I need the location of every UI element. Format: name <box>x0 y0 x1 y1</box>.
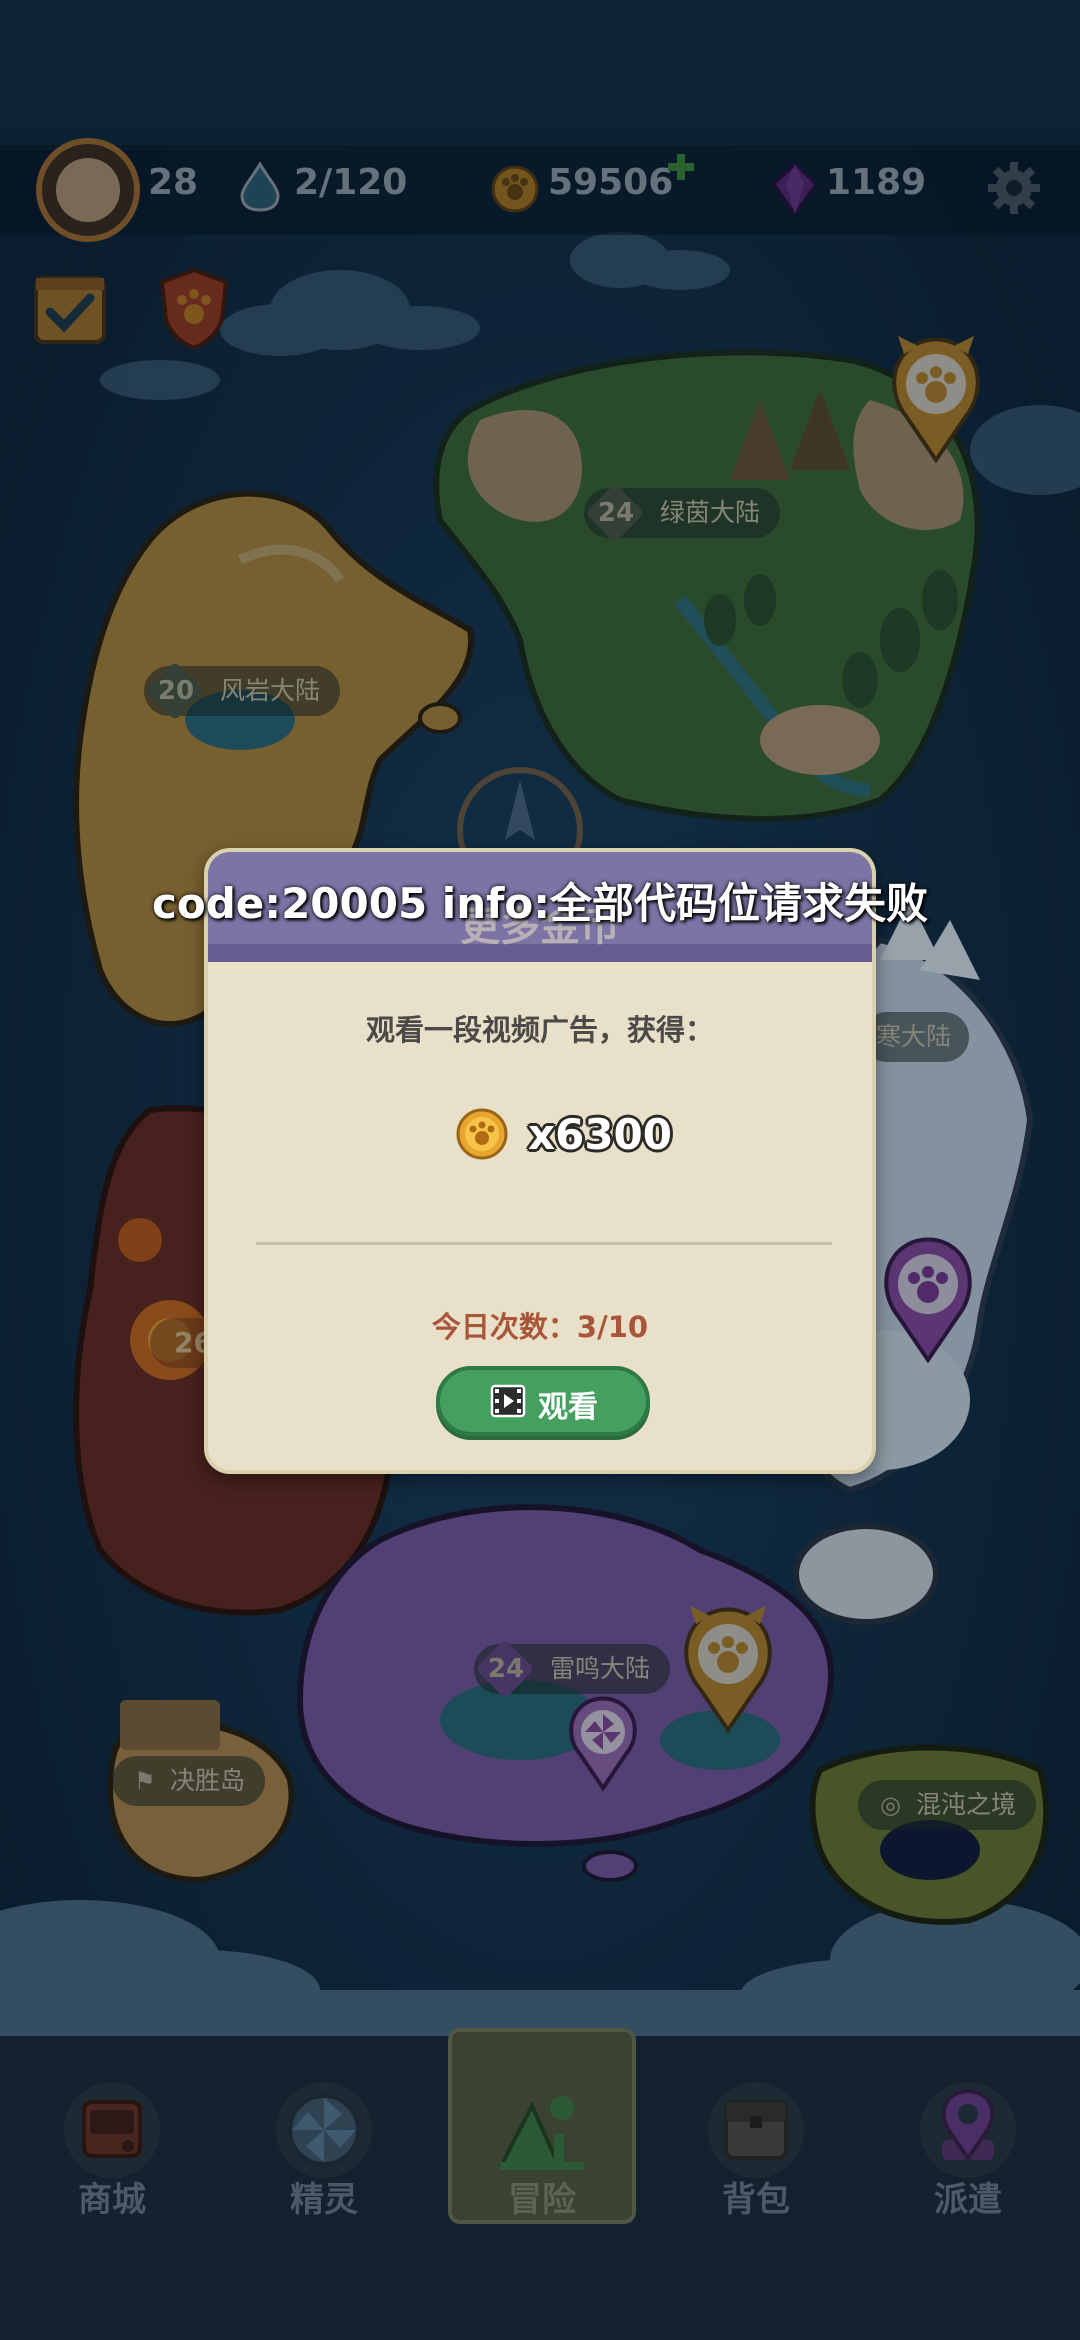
region-name: 寒大陆 <box>876 1022 952 1051</box>
game-screen: 28 2/120 59506 1189 24 绿茵大陆 20 风岩大陆 寒大陆 … <box>0 0 1080 2340</box>
paw-map-marker-thunder[interactable] <box>676 1606 780 1734</box>
plus-icon[interactable] <box>666 152 696 182</box>
nav-item-adventure[interactable]: 冒险 <box>462 2060 622 2240</box>
region-label-cold[interactable]: 寒大陆 <box>862 1012 970 1062</box>
coin-icon <box>491 165 539 213</box>
paw-map-marker-purple[interactable] <box>876 1236 980 1364</box>
adventure-icon <box>498 2096 584 2170</box>
paw-shield-icon[interactable] <box>156 266 232 350</box>
backpack-icon <box>708 2082 804 2178</box>
region-name: 风岩大陆 <box>220 676 321 705</box>
region-level: 20 <box>157 676 195 706</box>
gear-icon[interactable] <box>986 160 1042 216</box>
region-level: 24 <box>487 1654 525 1684</box>
nav-item-backpack[interactable]: 背包 <box>676 2060 836 2240</box>
watch-button-label: 观看 <box>538 1390 598 1425</box>
flag-icon: ⚑ <box>134 1767 156 1795</box>
daily-watch-count: 今日次数：3/10 <box>431 1310 649 1344</box>
player-level: 28 <box>148 162 199 203</box>
nav-item-spirit[interactable]: 精灵 <box>244 2060 404 2240</box>
nav-label: 派遣 <box>934 2180 1002 2220</box>
pinwheel-map-marker[interactable] <box>564 1696 642 1792</box>
region-label-wind-rock[interactable]: 20 风岩大陆 <box>144 661 341 721</box>
nav-label: 背包 <box>722 2180 790 2220</box>
region-label-final-island[interactable]: ⚑ 决胜岛 <box>112 1756 266 1806</box>
nav-label: 精灵 <box>290 2180 358 2220</box>
energy-counter: 2/120 <box>294 162 408 203</box>
nav-item-dispatch[interactable]: 派遣 <box>888 2060 1048 2240</box>
divider <box>256 1242 832 1245</box>
region-label-thunder[interactable]: 24 雷鸣大陆 <box>474 1639 671 1699</box>
nav-label: 冒险 <box>508 2180 576 2220</box>
player-avatar[interactable] <box>36 138 140 242</box>
region-name: 决胜岛 <box>170 1766 246 1795</box>
dialog-description: 观看一段视频广告，获得： <box>365 1013 714 1047</box>
spirit-icon <box>276 2082 372 2178</box>
watch-ad-button[interactable]: 观看 <box>436 1366 650 1436</box>
nav-item-shop[interactable]: 商城 <box>32 2060 192 2240</box>
film-icon <box>490 1384 526 1418</box>
coin-reward-icon <box>456 1108 508 1160</box>
more-coins-dialog: 更多金币 观看一段视频广告，获得： x6300 今日次数：3/10 观看 <box>204 848 876 1474</box>
energy-drop-icon <box>240 162 280 212</box>
gem-counter: 1189 <box>826 162 927 203</box>
region-label-green[interactable]: 24 绿茵大陆 <box>584 483 781 543</box>
paw-map-marker[interactable] <box>884 336 988 464</box>
task-checklist-icon[interactable] <box>32 270 108 346</box>
region-name: 绿茵大陆 <box>660 498 761 527</box>
error-toast: code:20005 info:全部代码位请求失败 <box>151 879 929 928</box>
cloud-island <box>793 1523 939 1625</box>
region-name: 雷鸣大陆 <box>550 1654 651 1683</box>
shop-icon <box>64 2082 160 2178</box>
gem-icon <box>772 162 818 216</box>
nav-label: 商城 <box>78 2180 146 2220</box>
avatar-image <box>56 158 120 222</box>
dispatch-icon <box>920 2082 1016 2178</box>
coin-counter: 59506 <box>548 162 674 203</box>
swirl-icon: ◎ <box>880 1791 901 1819</box>
region-label-chaos[interactable]: ◎ 混沌之境 <box>858 1780 1037 1830</box>
region-name: 混沌之境 <box>916 1790 1017 1819</box>
reward-amount: x6300 <box>528 1110 672 1159</box>
region-level: 24 <box>597 498 635 528</box>
